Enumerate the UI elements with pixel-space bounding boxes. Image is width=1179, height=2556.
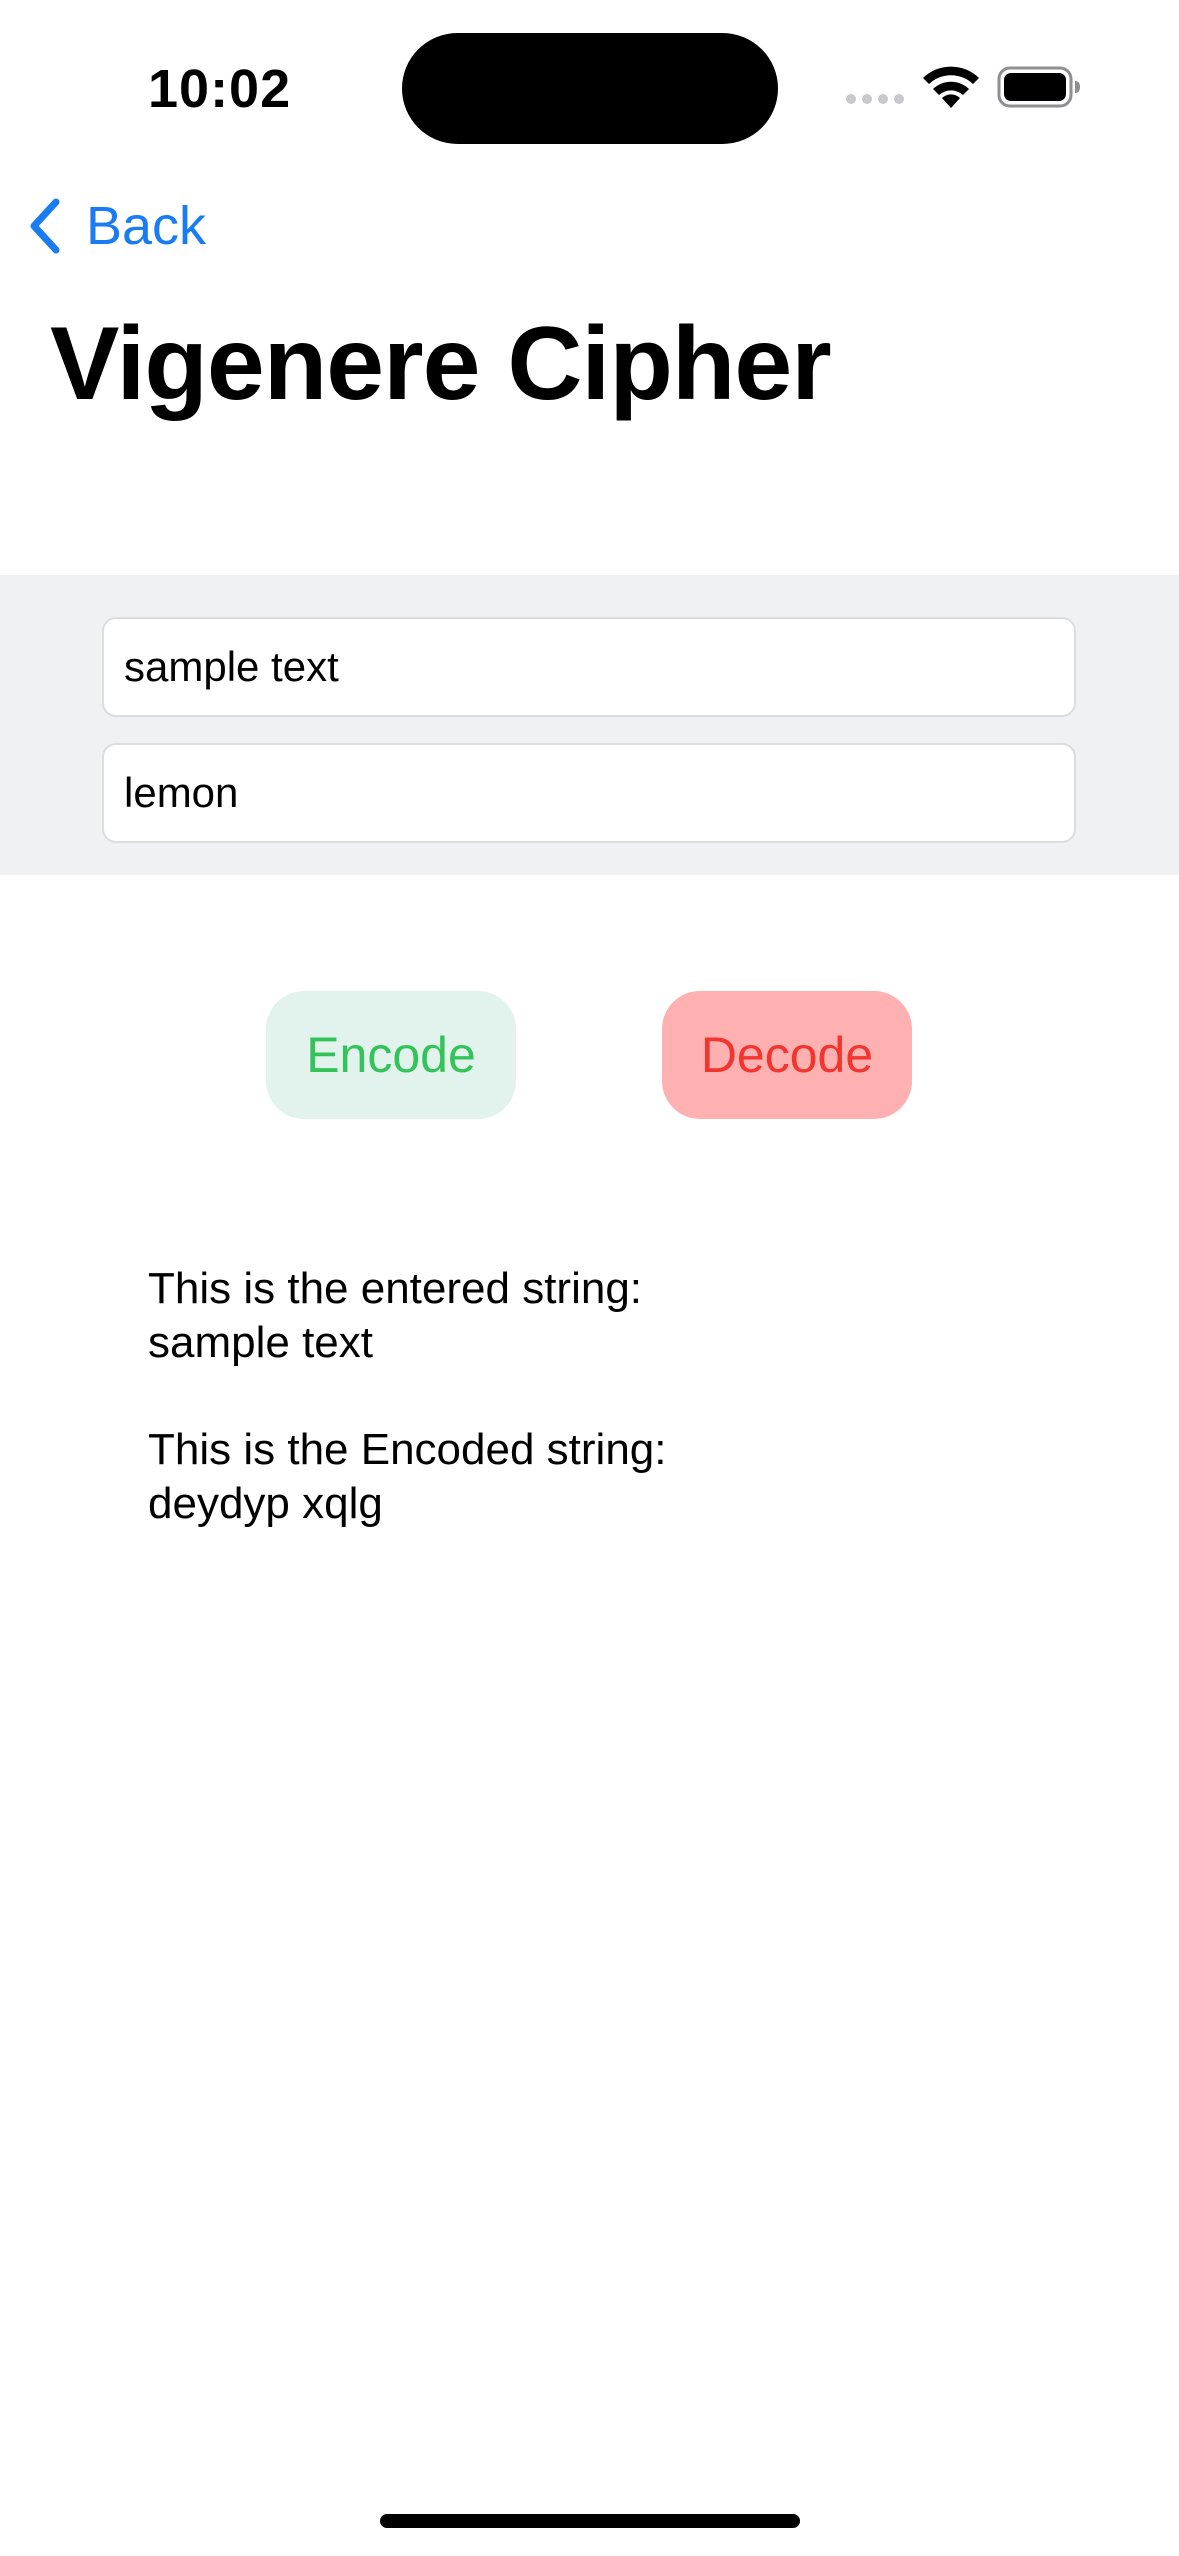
- chevron-left-icon: [30, 198, 60, 254]
- page-title: Vigenere Cipher: [50, 306, 832, 422]
- status-bar: 10:02: [0, 0, 1179, 175]
- key-input[interactable]: [102, 743, 1076, 843]
- status-time: 10:02: [148, 59, 292, 119]
- back-label: Back: [86, 196, 207, 256]
- entered-string-heading: This is the entered string:: [148, 1264, 643, 1313]
- encoded-string-heading: This is the Encoded string:: [148, 1425, 667, 1474]
- dynamic-island: [402, 33, 778, 144]
- decode-button[interactable]: Decode: [662, 991, 912, 1119]
- back-button[interactable]: Back: [24, 190, 206, 262]
- output-spacer: [148, 1370, 666, 1423]
- battery-icon: [997, 66, 1080, 108]
- encoded-string-value: deydyp xqlg: [148, 1479, 383, 1528]
- home-indicator[interactable]: [380, 2514, 800, 2528]
- entered-string-value: sample text: [148, 1318, 373, 1367]
- wifi-icon: [923, 66, 979, 108]
- plaintext-input[interactable]: [102, 617, 1076, 717]
- input-form-section: [0, 575, 1179, 875]
- encode-button[interactable]: Encode: [266, 991, 516, 1119]
- output-panel: This is the entered string: sample text …: [148, 1262, 666, 1531]
- signal-dots-icon: [846, 94, 904, 104]
